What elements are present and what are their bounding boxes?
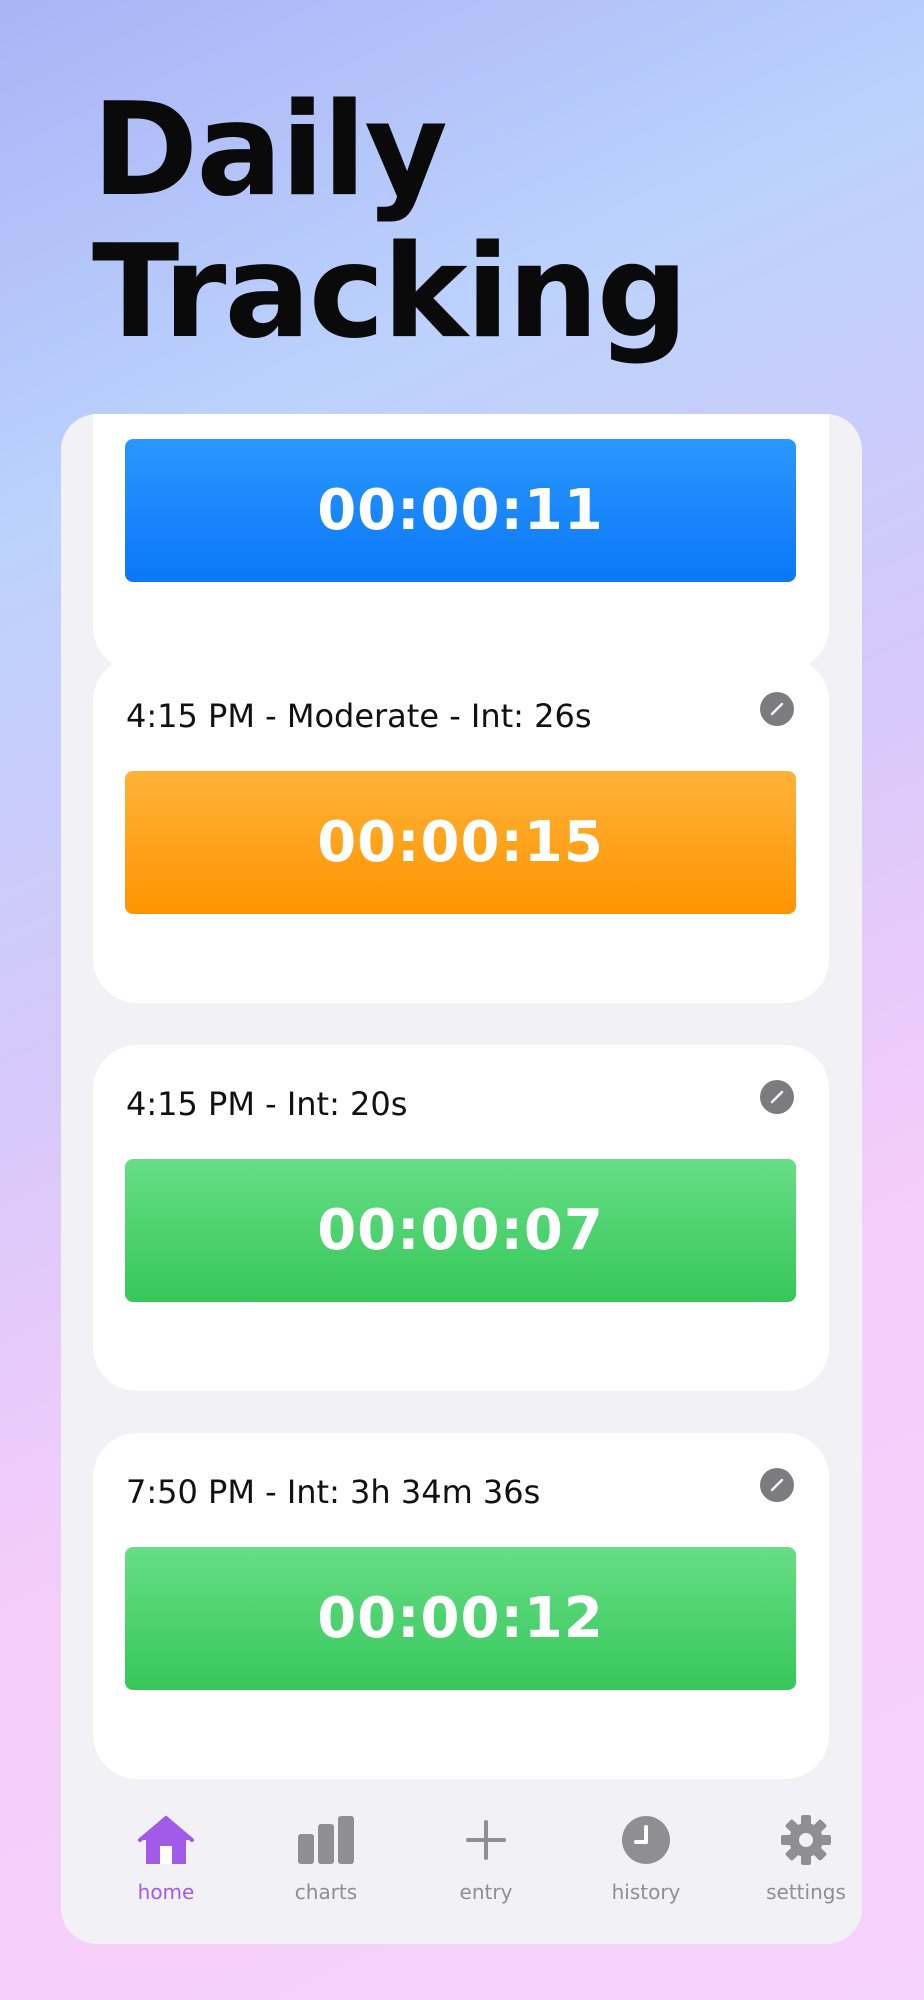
bar-chart-icon xyxy=(298,1816,354,1864)
plus-icon xyxy=(466,1820,506,1860)
entry-card: 00:00:11 xyxy=(93,414,829,671)
page-title: Daily Tracking xyxy=(92,80,688,367)
tab-charts-label: charts xyxy=(294,1880,358,1904)
page-title-line1: Daily xyxy=(92,76,448,225)
entry-timer-button[interactable]: 00:00:12 xyxy=(125,1547,796,1690)
edit-button[interactable] xyxy=(760,1468,794,1502)
entry-card: 7:50 PM - Int: 3h 34m 36s 00:00:12 xyxy=(93,1433,829,1779)
entry-timer-button[interactable]: 00:00:11 xyxy=(125,439,796,582)
entry-label: 4:15 PM - Moderate - Int: 26s xyxy=(126,697,592,735)
gear-icon xyxy=(781,1815,831,1865)
tab-home-label: home xyxy=(137,1880,195,1904)
entry-timer-value: 00:00:12 xyxy=(317,1586,604,1651)
edit-button[interactable] xyxy=(760,692,794,726)
pencil-icon xyxy=(770,1478,784,1492)
tab-entry-label: entry xyxy=(459,1880,513,1904)
entry-label: 4:15 PM - Int: 20s xyxy=(126,1085,408,1123)
house-icon xyxy=(138,1816,194,1864)
tab-history[interactable]: history xyxy=(571,1810,721,1920)
entry-card: 4:15 PM - Int: 20s 00:00:07 xyxy=(93,1045,829,1391)
page-title-line2: Tracking xyxy=(92,218,688,367)
tab-settings-label: settings xyxy=(766,1880,846,1904)
tab-settings[interactable]: settings xyxy=(731,1810,862,1920)
entry-timer-value: 00:00:15 xyxy=(317,810,604,875)
entry-timer-button[interactable]: 00:00:15 xyxy=(125,771,796,914)
pencil-icon xyxy=(770,1090,784,1104)
entry-timer-value: 00:00:07 xyxy=(317,1198,604,1263)
tab-home[interactable]: home xyxy=(91,1810,241,1920)
entry-timer-value: 00:00:11 xyxy=(317,478,604,543)
tab-entry[interactable]: entry xyxy=(411,1810,561,1920)
tab-charts[interactable]: charts xyxy=(251,1810,401,1920)
tab-bar: home charts entry history settings xyxy=(61,1782,862,1944)
tab-history-label: history xyxy=(611,1880,681,1904)
edit-button[interactable] xyxy=(760,1080,794,1114)
entry-timer-button[interactable]: 00:00:07 xyxy=(125,1159,796,1302)
clock-icon xyxy=(622,1816,670,1864)
pencil-icon xyxy=(770,702,784,716)
entries-panel[interactable]: 00:00:11 4:15 PM - Moderate - Int: 26s 0… xyxy=(61,414,862,1944)
entry-card: 4:15 PM - Moderate - Int: 26s 00:00:15 xyxy=(93,657,829,1003)
entry-label: 7:50 PM - Int: 3h 34m 36s xyxy=(126,1473,541,1511)
